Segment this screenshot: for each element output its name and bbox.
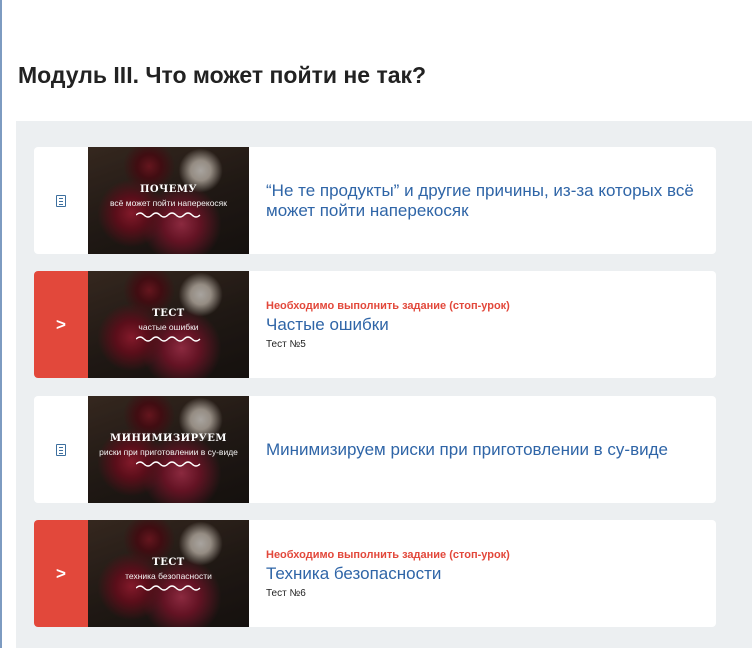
thumbnail-wave-decoration xyxy=(136,461,201,467)
lesson-card[interactable]: > тест техника безопасности Необходимо в… xyxy=(34,520,716,627)
thumbnail-wave-decoration xyxy=(136,336,201,342)
lesson-thumbnail: тест техника безопасности xyxy=(88,520,249,627)
lesson-text: Необходимо выполнить задание (стоп-урок)… xyxy=(266,520,696,627)
thumbnail-subtitle: частые ошибки xyxy=(138,322,199,332)
lesson-title[interactable]: Техника безопасности xyxy=(266,564,696,584)
thumbnail-subtitle: риски при приготовлении в су-виде xyxy=(99,447,238,457)
thumbnail-title: почему xyxy=(139,184,198,195)
lesson-thumbnail: почему всё может пойти наперекосяк xyxy=(88,147,249,254)
lesson-title[interactable]: Минимизируем риски при приготовлении в с… xyxy=(266,440,696,460)
thumbnail-wave-decoration xyxy=(136,585,201,591)
thumbnail-title: минимизируем xyxy=(110,433,227,444)
lesson-text: Минимизируем риски при приготовлении в с… xyxy=(266,396,696,503)
lesson-text: “Не те продукты” и другие причины, из-за… xyxy=(266,147,696,254)
lesson-thumbnail: минимизируем риски при приготовлении в с… xyxy=(88,396,249,503)
document-icon xyxy=(56,443,66,456)
module-title: Модуль III. Что может пойти не так? xyxy=(18,62,427,88)
lesson-title[interactable]: Частые ошибки xyxy=(266,315,696,335)
thumbnail-title: тест xyxy=(152,557,185,568)
lesson-status xyxy=(34,396,88,503)
chevron-right-icon: > xyxy=(56,564,66,583)
stop-lesson-note: Необходимо выполнить задание (стоп-урок) xyxy=(266,548,510,561)
thumbnail-subtitle: техника безопасности xyxy=(125,571,212,581)
document-icon xyxy=(56,194,66,207)
lesson-card[interactable]: почему всё может пойти наперекосяк “Не т… xyxy=(34,147,716,254)
lesson-card[interactable]: минимизируем риски при приготовлении в с… xyxy=(34,396,716,503)
page-left-border xyxy=(0,0,2,648)
lesson-status-locked: > xyxy=(34,520,88,627)
test-label: Тест №5 xyxy=(266,338,306,350)
lesson-text: Необходимо выполнить задание (стоп-урок)… xyxy=(266,271,696,378)
thumbnail-title: тест xyxy=(152,308,185,319)
lesson-title[interactable]: “Не те продукты” и другие причины, из-за… xyxy=(266,181,696,221)
lesson-thumbnail: тест частые ошибки xyxy=(88,271,249,378)
lesson-card[interactable]: > тест частые ошибки Необходимо выполнит… xyxy=(34,271,716,378)
chevron-right-icon: > xyxy=(56,315,66,334)
lesson-status xyxy=(34,147,88,254)
stop-lesson-note: Необходимо выполнить задание (стоп-урок) xyxy=(266,299,510,312)
thumbnail-subtitle: всё может пойти наперекосяк xyxy=(109,198,228,208)
test-label: Тест №6 xyxy=(266,587,306,599)
lesson-status-locked: > xyxy=(34,271,88,378)
thumbnail-wave-decoration xyxy=(136,212,201,218)
lessons-panel: почему всё может пойти наперекосяк “Не т… xyxy=(16,121,752,648)
